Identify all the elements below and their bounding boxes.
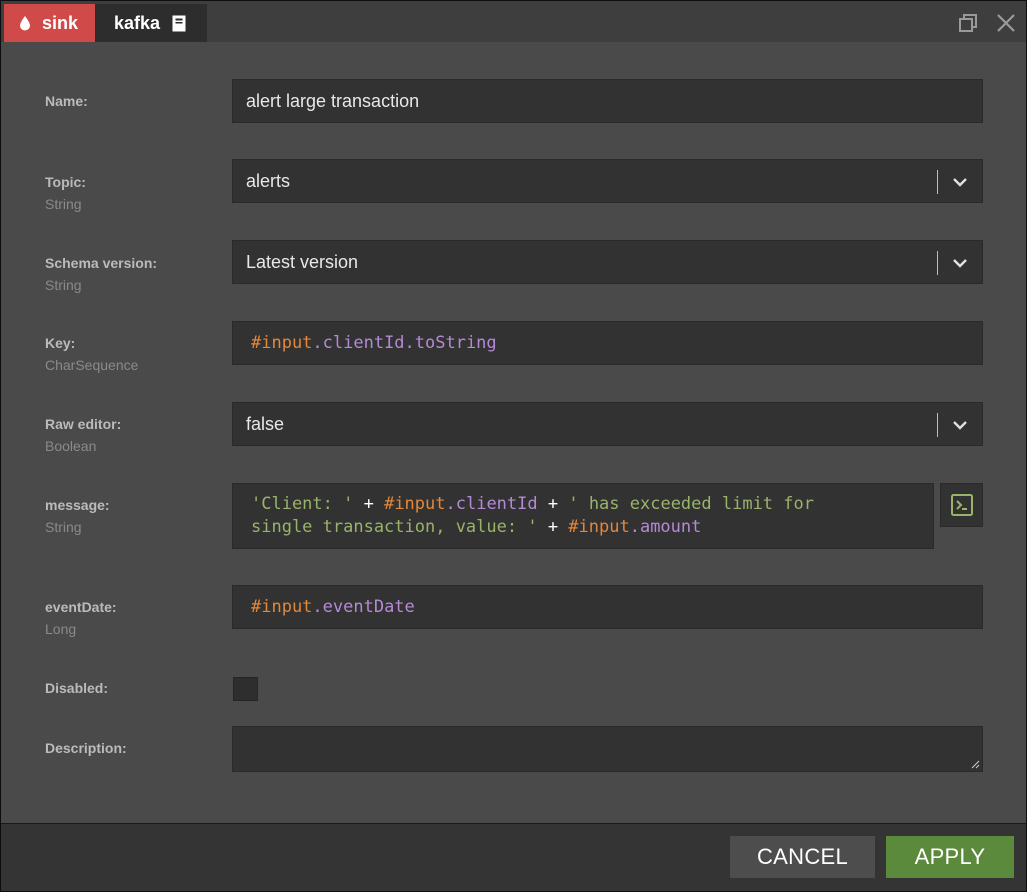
close-button[interactable] [995, 12, 1017, 34]
chevron-down-icon [953, 421, 967, 430]
message-line-1: 'Client: ' + #input.clientId + ' has exc… [251, 493, 933, 516]
topic-select[interactable]: alerts [232, 159, 983, 203]
chevron-down-icon [953, 178, 967, 187]
select-divider [937, 413, 938, 437]
message-token: + [537, 494, 569, 514]
key-label: Key: [45, 335, 76, 351]
component-tag: kafka [95, 4, 207, 42]
maximize-icon [959, 14, 977, 32]
maximize-button[interactable] [957, 12, 979, 34]
dialog-titlebar: sink kafka [1, 1, 1026, 42]
key-expression-input[interactable]: #input .clientId.toString [232, 321, 983, 365]
terminal-icon [950, 494, 973, 516]
topic-value: alerts [246, 170, 291, 191]
message-line-2: single transaction, value: ' + #input.am… [251, 516, 933, 539]
resize-grip-icon[interactable] [971, 760, 980, 769]
component-label: kafka [114, 12, 161, 33]
event-date-type: Long [45, 621, 77, 637]
topic-type: String [45, 196, 82, 212]
document-icon[interactable] [172, 15, 186, 32]
raw-editor-value: false [246, 413, 285, 434]
event-date-token-input: #input [251, 597, 313, 617]
select-divider [937, 251, 938, 275]
raw-editor-select[interactable]: false [232, 402, 983, 446]
description-textarea[interactable] [232, 726, 983, 772]
message-token: + [537, 517, 569, 537]
description-label: Description: [45, 740, 127, 756]
topic-label: Topic: [45, 174, 86, 190]
schema-version-select[interactable]: Latest version [232, 240, 983, 284]
close-icon [997, 14, 1015, 32]
schema-version-label: Schema version: [45, 255, 158, 271]
name-label: Name: [45, 93, 88, 109]
cancel-button[interactable]: CANCEL [730, 836, 875, 878]
message-token: #input [384, 494, 446, 514]
expression-editor-button[interactable] [940, 483, 983, 527]
key-token-property: .clientId.toString [312, 333, 497, 353]
message-token: .clientId [445, 494, 538, 514]
key-type: CharSequence [45, 357, 139, 373]
node-type-label: sink [42, 12, 79, 33]
select-divider [937, 170, 938, 194]
message-label: message: [45, 497, 110, 513]
node-type-tag: sink [4, 4, 95, 42]
message-token: .amount [629, 517, 702, 537]
apply-button[interactable]: APPLY [886, 836, 1014, 878]
node-details-dialog: sink kafka Name: alert large transaction… [0, 0, 1027, 892]
message-token: single transaction, value: ' [251, 517, 538, 537]
message-token: ' has exceeded limit for [568, 494, 814, 514]
key-token-input: #input [251, 333, 313, 353]
event-date-expression-input[interactable]: #input .eventDate [232, 585, 983, 629]
message-type: String [45, 519, 82, 535]
disabled-label: Disabled: [45, 680, 109, 696]
name-input[interactable]: alert large transaction [232, 79, 983, 123]
event-date-token-property: .eventDate [312, 597, 415, 617]
raw-editor-type: Boolean [45, 438, 97, 454]
message-token: + [353, 494, 385, 514]
chevron-down-icon [953, 259, 967, 268]
message-expression-input[interactable]: 'Client: ' + #input.clientId + ' has exc… [232, 483, 934, 549]
schema-version-value: Latest version [246, 251, 359, 272]
dialog-footer: CANCEL APPLY [1, 823, 1026, 891]
raw-editor-label: Raw editor: [45, 416, 122, 432]
disabled-checkbox[interactable] [233, 677, 258, 701]
name-value: alert large transaction [246, 90, 420, 111]
event-date-label: eventDate: [45, 599, 117, 615]
message-token: #input [568, 517, 630, 537]
message-token: 'Client: ' [251, 494, 354, 514]
drop-icon [20, 16, 30, 31]
schema-version-type: String [45, 277, 82, 293]
